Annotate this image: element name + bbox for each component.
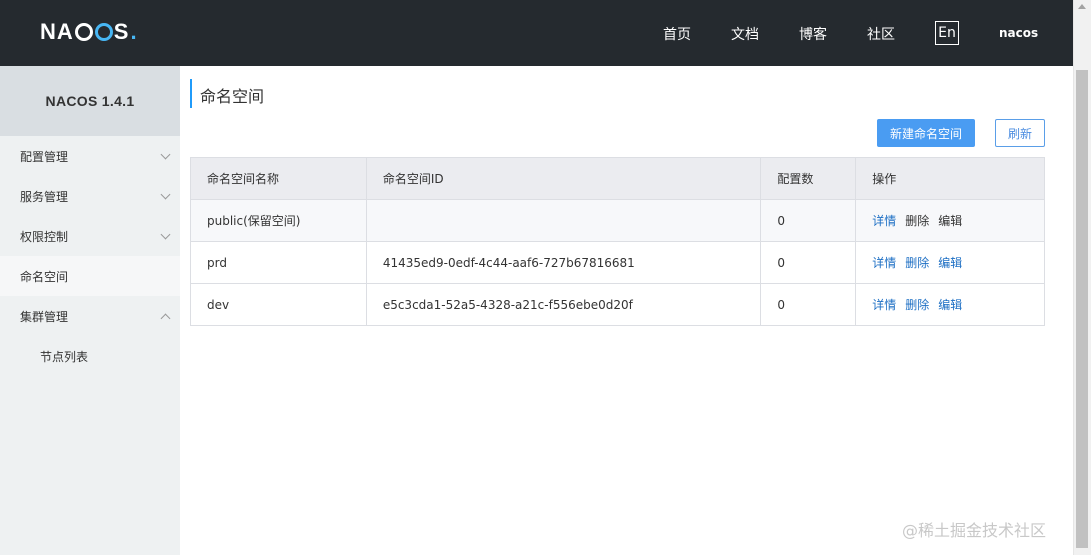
chevron-down-icon <box>160 229 171 240</box>
new-namespace-button[interactable]: 新建命名空间 <box>877 119 975 147</box>
nav-docs[interactable]: 文档 <box>731 24 759 44</box>
top-header: NAS. 首页 文档 博客 社区 En nacos <box>0 0 1073 66</box>
namespace-name: prd <box>190 241 367 284</box>
user-menu[interactable]: nacos <box>999 26 1038 40</box>
config-count: 0 <box>760 241 857 284</box>
edit-link[interactable]: 编辑 <box>938 296 962 313</box>
namespace-id: 41435ed9-0edf-4c44-aaf6-727b67816681 <box>365 241 762 284</box>
refresh-button[interactable]: 刷新 <box>995 119 1045 147</box>
sidebar-item-label: 节点列表 <box>40 349 89 364</box>
delete-link[interactable]: 删除 <box>905 212 929 229</box>
details-link[interactable]: 详情 <box>872 254 896 271</box>
nacos-logo[interactable]: NAS. <box>40 19 138 45</box>
language-toggle-button[interactable]: En <box>935 21 959 45</box>
chevron-down-icon <box>160 189 171 200</box>
sidebar-item-auth[interactable]: 权限控制 <box>0 216 180 256</box>
edit-link[interactable]: 编辑 <box>938 212 962 229</box>
namespace-table: 命名空间名称 命名空间ID 配置数 操作 public(保留空间) 0 详情 删除… <box>190 157 1045 326</box>
details-link[interactable]: 详情 <box>872 212 896 229</box>
title-accent-bar <box>190 79 192 108</box>
sidebar-item-label: 集群管理 <box>20 309 69 324</box>
row-actions: 详情 删除 编辑 <box>855 241 1045 284</box>
edit-link[interactable]: 编辑 <box>938 254 962 271</box>
namespace-name: dev <box>190 283 367 326</box>
column-header-count: 配置数 <box>760 157 857 200</box>
nav-blog[interactable]: 博客 <box>799 24 827 44</box>
namespace-id <box>365 199 762 242</box>
table-row: public(保留空间) 0 详情 删除 编辑 <box>190 199 1045 242</box>
sidebar-item-namespace[interactable]: 命名空间 <box>0 256 180 296</box>
config-count: 0 <box>760 199 857 242</box>
namespace-name: public(保留空间) <box>190 199 367 242</box>
column-header-id: 命名空间ID <box>365 157 762 200</box>
sidebar-item-label: 权限控制 <box>20 229 69 244</box>
table-row: prd 41435ed9-0edf-4c44-aaf6-727b67816681… <box>190 241 1045 284</box>
column-header-actions: 操作 <box>855 157 1045 200</box>
delete-link[interactable]: 删除 <box>905 296 929 313</box>
sidebar-item-service[interactable]: 服务管理 <box>0 176 180 216</box>
chevron-up-icon <box>160 313 171 324</box>
sidebar-item-label: 服务管理 <box>20 189 69 204</box>
nav-home[interactable]: 首页 <box>663 24 691 44</box>
version-label: NACOS 1.4.1 <box>0 66 180 136</box>
chevron-down-icon <box>160 149 171 160</box>
sidebar-item-label: 命名空间 <box>20 269 69 284</box>
table-header-row: 命名空间名称 命名空间ID 配置数 操作 <box>190 157 1045 200</box>
sidebar-item-config[interactable]: 配置管理 <box>0 136 180 176</box>
details-link[interactable]: 详情 <box>872 296 896 313</box>
column-header-name: 命名空间名称 <box>190 157 367 200</box>
page-title: 命名空间 <box>200 87 265 106</box>
config-count: 0 <box>760 283 857 326</box>
nav-community[interactable]: 社区 <box>867 24 895 44</box>
watermark: @稀土掘金技术社区 <box>902 521 1047 540</box>
namespace-id: e5c3cda1-52a5-4328-a21c-f556ebe0d20f <box>365 283 762 326</box>
scrollbar-thumb[interactable] <box>1076 70 1088 548</box>
sidebar-item-cluster[interactable]: 集群管理 <box>0 296 180 336</box>
row-actions: 详情 删除 编辑 <box>855 283 1045 326</box>
row-actions: 详情 删除 编辑 <box>855 199 1045 242</box>
delete-link[interactable]: 删除 <box>905 254 929 271</box>
sidebar-item-node-list[interactable]: 节点列表 <box>0 336 180 376</box>
sidebar: NACOS 1.4.1 配置管理 服务管理 权限控制 命名空间 集群管理 节点列… <box>0 66 180 555</box>
table-row: dev e5c3cda1-52a5-4328-a21c-f556ebe0d20f… <box>190 283 1045 326</box>
scroll-up-arrow-icon[interactable] <box>1078 4 1086 9</box>
sidebar-item-label: 配置管理 <box>20 149 69 164</box>
